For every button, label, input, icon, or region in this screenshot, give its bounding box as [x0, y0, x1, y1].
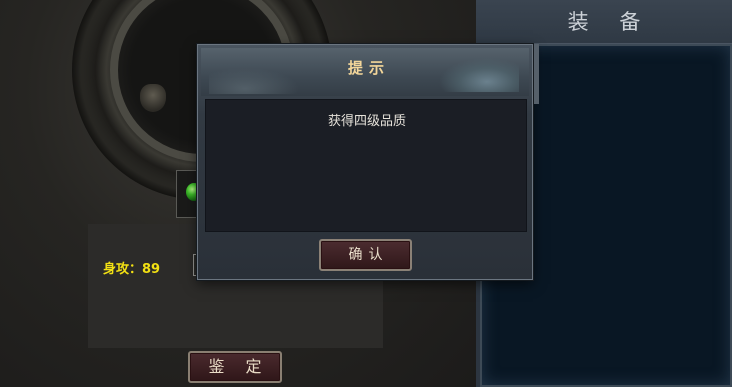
equipment-header: 装 备: [476, 0, 732, 44]
equipment-title: 装 备: [567, 10, 653, 34]
notice-dialog: 提示 获得四级品质 确认: [197, 44, 533, 280]
dialog-message: 获得四级品质: [327, 114, 406, 129]
ornament-icon: [140, 84, 166, 112]
attack-stat: 身攻：89: [103, 262, 161, 277]
dialog-body: 获得四级品质: [205, 99, 527, 232]
confirm-button[interactable]: 确认: [319, 239, 412, 271]
dialog-side-scrollbar[interactable]: [534, 44, 539, 104]
identify-button[interactable]: 鉴 定: [188, 351, 282, 383]
dialog-title: 提示: [347, 59, 390, 77]
